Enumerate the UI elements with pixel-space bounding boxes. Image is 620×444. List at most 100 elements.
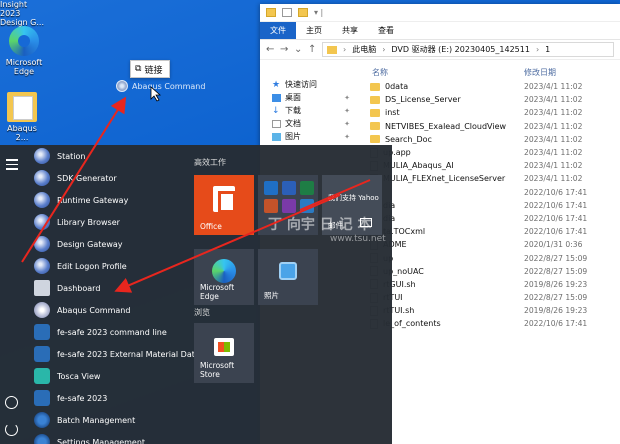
nav-item-documents[interactable]: 文档 ✦ bbox=[260, 117, 364, 130]
file-name: DS_License_Server bbox=[385, 95, 461, 105]
start-app-abaqus-command[interactable]: Abaqus Command bbox=[24, 299, 188, 321]
desktop-icon-edge[interactable]: Microsoft Edge bbox=[2, 26, 46, 76]
address-bar[interactable]: › 此电脑 › DVD 驱动器 (E:) 20230405_142511 › 1 bbox=[322, 42, 614, 57]
3ds-icon bbox=[34, 236, 50, 252]
file-row[interactable]: ta.TOCxml 2022/10/6 17:41 bbox=[364, 225, 620, 238]
file-row[interactable]: rtTUI.sh 2019/8/26 19:23 bbox=[364, 304, 620, 317]
pin-icon[interactable]: ✦ bbox=[344, 94, 350, 102]
pin-icon[interactable]: ✦ bbox=[344, 107, 350, 115]
start-app-label: fe-safe 2023 command line bbox=[57, 327, 167, 337]
file-row[interactable]: up_noUAC 2022/8/27 15:09 bbox=[364, 265, 620, 278]
tile-group-label-work: 高效工作 bbox=[194, 158, 226, 167]
start-app-label: Station bbox=[57, 151, 86, 161]
back-arrow-icon[interactable]: ← bbox=[266, 44, 274, 55]
ribbon-tab-home[interactable]: 主页 bbox=[296, 22, 332, 39]
start-app-batch-management[interactable]: Batch Management bbox=[24, 409, 188, 431]
nav-item-desktop[interactable]: 桌面 ✦ bbox=[260, 91, 364, 104]
file-row[interactable]: dia2022/10/6 17:41 bbox=[364, 199, 620, 212]
watermark-url: www.tsu.net bbox=[330, 234, 386, 244]
edge-icon bbox=[212, 259, 236, 284]
quick-access-dropdown-icon[interactable]: ▾ | bbox=[314, 8, 323, 17]
power-icon[interactable] bbox=[5, 423, 18, 436]
file-row[interactable]: inst 2023/4/1 11:02 bbox=[364, 106, 620, 119]
file-row[interactable]: MULIA_FLEXnet_LicenseServer 2023/4/1 11:0… bbox=[364, 172, 620, 185]
file-row[interactable]: rtTUI 2022/8/27 15:09 bbox=[364, 291, 620, 304]
up-arrow-icon[interactable]: ↑ bbox=[308, 44, 316, 55]
column-header-name[interactable]: 名称 bbox=[364, 67, 524, 78]
tile-office[interactable]: Office bbox=[194, 175, 254, 235]
recent-dropdown-icon[interactable]: ⌄ bbox=[294, 44, 302, 55]
start-app-library-browser[interactable]: Library Browser bbox=[24, 211, 188, 233]
file-name-cell: inst bbox=[364, 108, 524, 117]
breadcrumb-this-pc[interactable]: 此电脑 bbox=[352, 44, 376, 55]
nav-item-downloads[interactable]: ↓ 下载 ✦ bbox=[260, 104, 364, 117]
explorer-titlebar: ▾ | bbox=[260, 4, 620, 22]
start-app-fe-safe-2023[interactable]: fe-safe 2023 bbox=[24, 387, 188, 409]
start-app-dashboard[interactable]: Dashboard bbox=[24, 277, 188, 299]
start-app-design-gateway[interactable]: Design Gateway bbox=[24, 233, 188, 255]
start-app-label: Library Browser bbox=[57, 217, 120, 227]
start-app-runtime-gateway[interactable]: Runtime Gateway bbox=[24, 189, 188, 211]
start-app-label: Runtime Gateway bbox=[57, 195, 129, 205]
file-date: 2020/1/31 0:36 bbox=[524, 240, 583, 250]
file-row[interactable]: 2022/10/6 17:41 bbox=[364, 186, 620, 199]
start-app-fe-safe-2023-command-line[interactable]: fe-safe 2023 command line bbox=[24, 321, 188, 343]
ribbon-tab-file[interactable]: 文件 bbox=[260, 22, 296, 39]
file-row[interactable]: NETVIBES_Exalead_CloudView 2023/4/1 11:02 bbox=[364, 120, 620, 133]
file-row[interactable]: ADME 2020/1/31 0:36 bbox=[364, 238, 620, 251]
file-date: 2023/4/1 11:02 bbox=[524, 82, 583, 92]
file-date: 2022/10/6 17:41 bbox=[524, 200, 588, 210]
word-icon bbox=[282, 181, 296, 195]
file-row[interactable]: up2022/8/27 15:09 bbox=[364, 251, 620, 264]
file-row[interactable]: up.app 2023/4/1 11:02 bbox=[364, 146, 620, 159]
start-app-sdk-generator[interactable]: SDK Generator bbox=[24, 167, 188, 189]
file-row[interactable]: MULIA_Abaqus_AI 2023/4/1 11:02 bbox=[364, 159, 620, 172]
checkbox-icon[interactable] bbox=[282, 8, 292, 17]
ribbon-tab-share[interactable]: 共享 bbox=[332, 22, 368, 39]
fe-safe-icon bbox=[34, 390, 50, 406]
file-row[interactable]: DS_License_Server 2023/4/1 11:02 bbox=[364, 93, 620, 106]
file-date: 2022/8/27 15:09 bbox=[524, 293, 588, 303]
start-app-tosca-view[interactable]: Tosca View bbox=[24, 365, 188, 387]
3ds-icon bbox=[34, 148, 50, 164]
tile-label: Microsoft Store bbox=[200, 361, 235, 379]
desktop-icon-abaqus-folder[interactable]: Abaqus 2... bbox=[0, 92, 44, 142]
file-row[interactable]: Search_Doc 2023/4/1 11:02 bbox=[364, 133, 620, 146]
file-row[interactable]: le_of_contents 2022/10/6 17:41 bbox=[364, 317, 620, 330]
ribbon-tab-view[interactable]: 查看 bbox=[368, 22, 404, 39]
start-app-fe-safe-2023-external-material-dat[interactable]: fe-safe 2023 External Material Dat... bbox=[24, 343, 202, 365]
start-app-settings-management[interactable]: Settings Management bbox=[24, 431, 188, 444]
tile-microsoft-edge[interactable]: Microsoft Edge bbox=[194, 249, 254, 305]
pin-icon[interactable]: ✦ bbox=[344, 133, 350, 141]
breadcrumb-dvd-drive[interactable]: DVD 驱动器 (E:) 20230405_142511 bbox=[391, 44, 530, 55]
breadcrumb-folder-1[interactable]: 1 bbox=[545, 45, 550, 54]
start-app-edit-logon-profile[interactable]: Edit Logon Profile bbox=[24, 255, 188, 277]
start-app-label: Dashboard bbox=[57, 283, 101, 293]
file-row[interactable]: 0data 2023/4/1 11:02 bbox=[364, 80, 620, 93]
start-app-station[interactable]: Station bbox=[24, 145, 188, 167]
start-app-label: SDK Generator bbox=[57, 173, 117, 183]
folder-icon bbox=[266, 8, 276, 17]
folder-icon[interactable] bbox=[298, 8, 308, 17]
link-icon: ⧉ bbox=[135, 64, 142, 74]
file-name: MULIA_Abaqus_AI bbox=[383, 161, 454, 171]
tile-photos[interactable]: 照片 bbox=[258, 249, 318, 305]
nav-item-quick-access[interactable]: ★ 快速访问 bbox=[260, 78, 364, 91]
nav-item-label: 桌面 bbox=[285, 93, 301, 102]
column-header-date[interactable]: 修改日期 bbox=[524, 67, 556, 78]
forward-arrow-icon[interactable]: → bbox=[280, 44, 288, 55]
tile-microsoft-store[interactable]: Microsoft Store bbox=[194, 323, 254, 383]
file-name-cell: DS_License_Server bbox=[364, 95, 524, 104]
pin-icon[interactable]: ✦ bbox=[344, 120, 350, 128]
start-app-label: Tosca View bbox=[57, 371, 101, 381]
drag-ghost-label: Abaqus Command bbox=[132, 81, 206, 91]
nav-item-pictures[interactable]: 图片 ✦ bbox=[260, 130, 364, 143]
hamburger-menu-icon[interactable] bbox=[6, 159, 18, 173]
file-date: 2022/10/6 17:41 bbox=[524, 187, 588, 197]
file-row[interactable]: dia2022/10/6 17:41 bbox=[364, 212, 620, 225]
start-menu-rail bbox=[0, 145, 24, 444]
file-row[interactable]: rtGUI.sh 2019/8/26 19:23 bbox=[364, 278, 620, 291]
user-account-icon[interactable] bbox=[5, 396, 18, 409]
file-date: 2022/10/6 17:41 bbox=[524, 213, 588, 223]
file-date: 2023/4/1 11:02 bbox=[524, 148, 583, 158]
